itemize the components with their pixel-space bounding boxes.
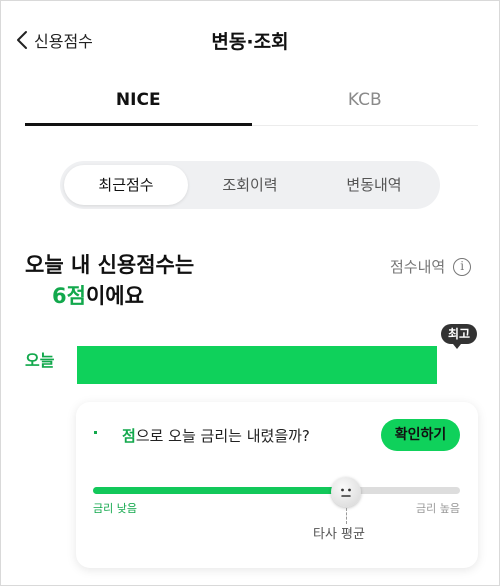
rate-high-label: 금리 높음 [416, 502, 460, 515]
rate-card: 점으로 오늘 금리는 내렸을까? 확인하기 금리 낮음 금리 높음 타사 평균 [76, 402, 478, 568]
neutral-face-knob-icon[interactable] [331, 477, 362, 507]
headline-suffix: 이에요 [85, 284, 144, 308]
score-history-label: 점수내역 [390, 258, 446, 276]
header: 신용점수 변동·조회 [0, 0, 500, 80]
rate-question-text: 으로 오늘 금리는 내렸을까? [135, 427, 310, 445]
provider-tabs: NICE KCB [25, 80, 478, 126]
segment-control: 최근점수 조회이력 변동내역 [60, 161, 440, 209]
headline-line1: 오늘 내 신용점수는 [25, 253, 195, 277]
average-marker-line [346, 508, 348, 524]
tab-nice[interactable]: NICE [25, 80, 252, 126]
rate-low-label: 금리 낮음 [93, 502, 137, 515]
headline-line2: 6점이에요 [25, 281, 194, 312]
segment-recent-score[interactable]: 최근점수 [64, 165, 188, 205]
today-label: 오늘 [25, 351, 55, 370]
accent-dot [94, 431, 97, 434]
rate-question: 점으로 오늘 금리는 내렸을까? [122, 425, 310, 446]
best-badge: 최고 [441, 324, 478, 349]
rate-question-highlight: 점 [122, 427, 136, 445]
page-title: 변동·조회 [211, 31, 289, 53]
segment-change-history[interactable]: 변동내역 [312, 165, 436, 205]
score-headline: 오늘 내 신용점수는 6점이에요 [25, 250, 194, 312]
tab-kcb[interactable]: KCB [252, 80, 479, 125]
info-icon[interactable]: i [453, 257, 472, 276]
score-history-link[interactable]: 점수내역 i [390, 256, 472, 277]
rate-slider-track[interactable] [93, 487, 460, 494]
segment-inquiry-history[interactable]: 조회이력 [188, 165, 312, 205]
score-value: 6점 [52, 284, 86, 308]
rate-slider-fill [93, 487, 347, 494]
today-score-bar [77, 346, 437, 384]
confirm-button[interactable]: 확인하기 [381, 419, 460, 451]
average-label: 타사 평균 [313, 527, 365, 542]
